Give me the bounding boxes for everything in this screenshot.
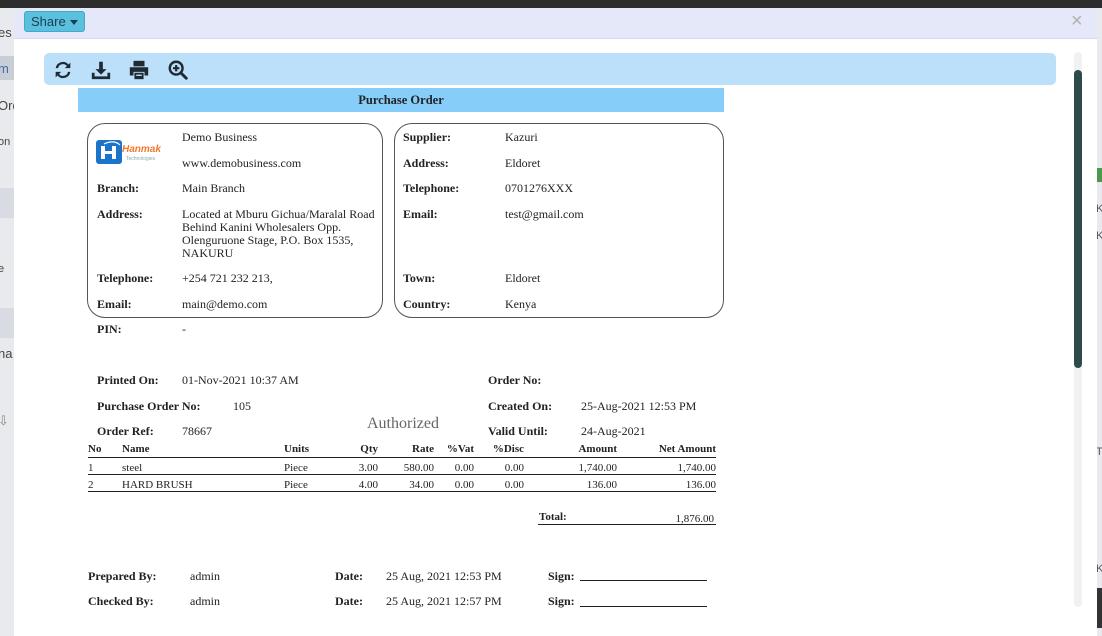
cell-disc: 0.00 [474, 474, 524, 492]
cell-qty: 4.00 [332, 474, 378, 492]
supplier-address-label: Address: [403, 156, 449, 170]
order-ref-value: 78667 [182, 424, 212, 438]
bg-fragment: Ord [0, 98, 14, 113]
header-name: Name [122, 440, 284, 458]
pin-value: - [182, 322, 186, 336]
cell-units: Piece [284, 457, 332, 475]
company-logo: Hanmak Technologies [96, 138, 161, 166]
checked-date-value: 25 Aug, 2021 12:57 PM [386, 594, 502, 608]
cell-net-amount: 136.00 [617, 474, 716, 492]
branch-value: Main Branch [182, 181, 245, 195]
cell-net-amount: 1,740.00 [617, 457, 716, 475]
header-units: Units [284, 440, 332, 458]
prepared-date-label: Date: [335, 569, 363, 583]
supplier-country-value: Kenya [505, 297, 537, 311]
supplier-town-label: Town: [403, 271, 436, 285]
checked-by-value: admin [190, 594, 220, 608]
pin-label: PIN: [97, 322, 122, 336]
valid-until-label: Valid Until: [488, 424, 548, 438]
bg-band [0, 188, 14, 218]
logo-subtext: Technologies [126, 156, 156, 162]
cell-name: steel [122, 457, 284, 475]
supplier-label: Supplier: [403, 130, 452, 144]
cell-vat: 0.00 [434, 457, 474, 475]
checked-sign-line [580, 606, 707, 607]
header-disc: %Disc [474, 440, 524, 458]
supplier-country-label: Country: [403, 297, 451, 311]
cell-amount: 1,740.00 [524, 457, 617, 475]
authorized-stamp: Authorized [367, 415, 439, 432]
valid-until-value: 24-Aug-2021 [581, 424, 646, 438]
business-email-label: Email: [97, 297, 132, 311]
table-row: 2 HARD BRUSH Piece 4.00 34.00 0.00 0.00 … [88, 474, 716, 492]
prepared-date-value: 25 Aug, 2021 12:53 PM [386, 569, 502, 583]
checked-date-label: Date: [335, 594, 363, 608]
bg-fragment: e [0, 263, 4, 275]
cell-disc: 0.00 [474, 457, 524, 475]
business-name: Demo Business [182, 130, 257, 144]
cell-units: Piece [284, 474, 332, 492]
header-no: No [88, 440, 122, 458]
business-telephone-label: Telephone: [97, 271, 154, 285]
cell-vat: 0.00 [434, 474, 474, 492]
business-address-label: Address: [97, 207, 143, 221]
table-row: 1 steel Piece 3.00 580.00 0.00 0.00 1,74… [88, 457, 716, 475]
prepared-by-label: Prepared By: [88, 569, 157, 583]
checked-by-label: Checked By: [88, 594, 154, 608]
po-number-value: 105 [233, 399, 251, 413]
purchase-order-document: Purchase Order Hanmak Technologies Demo … [14, 8, 1097, 636]
cell-amount: 136.00 [524, 474, 617, 492]
logo-wordmark: Hanmak [122, 144, 161, 155]
header-qty: Qty [332, 440, 378, 458]
bg-fragment: on [0, 136, 11, 148]
total-label: Total: [539, 511, 567, 523]
business-telephone-value: +254 721 232 213, [182, 271, 273, 285]
printed-on-value: 01-Nov-2021 10:37 AM [182, 373, 299, 387]
bg-fragment: ⇩ [0, 413, 9, 429]
prepared-sign-line [580, 580, 707, 581]
bg-fragment: na [0, 346, 13, 361]
items-table: No Name Units Qty Rate %Vat %Disc Amount… [88, 440, 716, 492]
cell-rate: 580.00 [378, 457, 434, 475]
supplier-value: Kazuri [505, 130, 538, 144]
supplier-town-value: Eldoret [505, 271, 541, 285]
app-top-bar [0, 0, 1102, 8]
bg-band [0, 308, 14, 338]
cell-no: 2 [88, 474, 122, 492]
bg-fragment: m [0, 61, 9, 76]
cell-no: 1 [88, 457, 122, 475]
cell-rate: 34.00 [378, 474, 434, 492]
prepared-by-value: admin [190, 569, 220, 583]
bg-fragment: es [0, 25, 12, 40]
header-net-amount: Net Amount [617, 440, 716, 458]
prepared-sign-label: Sign: [548, 569, 575, 583]
supplier-telephone-value: 0701276XXX [505, 181, 573, 195]
po-number-label: Purchase Order No: [97, 399, 201, 413]
supplier-address-value: Eldoret [505, 156, 541, 170]
header-rate: Rate [378, 440, 434, 458]
table-header-row: No Name Units Qty Rate %Vat %Disc Amount… [88, 440, 716, 458]
supplier-email-value: test@gmail.com [505, 207, 584, 221]
branch-label: Branch: [97, 181, 139, 195]
business-website: www.demobusiness.com [182, 156, 302, 170]
cell-name: HARD BRUSH [122, 474, 284, 492]
header-vat: %Vat [434, 440, 474, 458]
printed-on-label: Printed On: [97, 373, 159, 387]
background-app-left: es m Ord on e na ⇩ [0, 8, 15, 636]
order-ref-label: Order Ref: [97, 424, 154, 438]
supplier-email-label: Email: [403, 207, 438, 221]
total-divider [538, 524, 716, 525]
report-modal: Share × Purchase Order Hanmak Technologi… [14, 8, 1097, 636]
supplier-telephone-label: Telephone: [403, 181, 460, 195]
header-amount: Amount [524, 440, 617, 458]
created-on-value: 25-Aug-2021 12:53 PM [581, 399, 697, 413]
document-title: Purchase Order [78, 88, 724, 112]
checked-sign-label: Sign: [548, 594, 575, 608]
business-address-value: Located at Mburu Gichua/Maralal Road Beh… [182, 207, 375, 260]
created-on-label: Created On: [488, 399, 553, 413]
business-email-value: main@demo.com [182, 297, 268, 311]
cell-qty: 3.00 [332, 457, 378, 475]
order-no-label: Order No: [488, 373, 542, 387]
